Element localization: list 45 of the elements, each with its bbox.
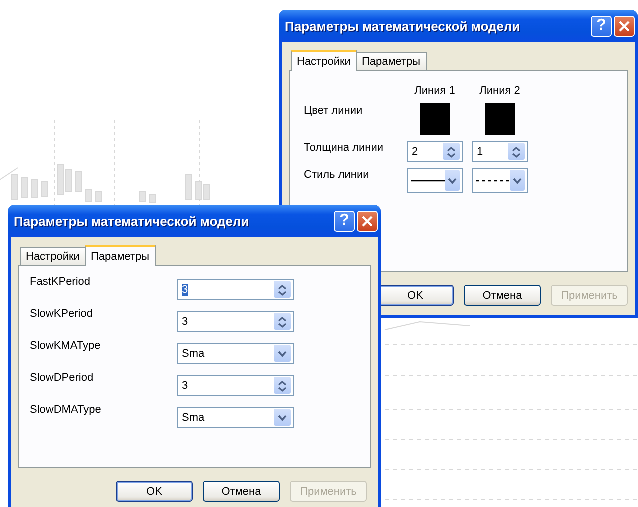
candle: [86, 190, 92, 202]
dropdown[interactable]: Sma: [177, 407, 294, 428]
field-label: SlowKPeriod: [30, 308, 94, 322]
field-label: SlowDPeriod: [30, 372, 95, 386]
spin-field[interactable]: 1: [472, 141, 528, 162]
close-button[interactable]: [357, 210, 378, 232]
candle: [96, 192, 102, 202]
field-label: Стиль линии: [304, 169, 370, 181]
window-title: Параметры математической модели: [14, 214, 250, 228]
tab[interactable]: Параметры: [84, 245, 156, 266]
line-style-dropdown[interactable]: [472, 168, 528, 193]
dialog-button[interactable]: Отмена: [464, 285, 541, 306]
candle: [186, 174, 192, 200]
line-style-dropdown[interactable]: [407, 168, 463, 193]
column-header: Линия 1: [414, 85, 456, 97]
candle: [22, 178, 28, 198]
column-header: Линия 2: [480, 85, 520, 97]
dropdown[interactable]: Sma: [177, 343, 294, 364]
candle: [32, 180, 38, 198]
candle: [42, 182, 48, 198]
spin-field[interactable]: 3: [177, 311, 294, 332]
close-icon: [619, 20, 630, 32]
spin-field[interactable]: 2: [407, 141, 463, 162]
trend-line: [0, 168, 18, 180]
close-button[interactable]: [614, 16, 635, 36]
tab[interactable]: Параметры: [356, 52, 427, 70]
spin-field[interactable]: 3: [177, 279, 294, 300]
tab[interactable]: Настройки: [291, 50, 357, 71]
window-title: Параметры математической модели: [285, 18, 522, 34]
color-swatch[interactable]: [420, 103, 450, 135]
field-label: SlowKMAType: [30, 340, 102, 354]
candle: [76, 172, 82, 192]
spin-field[interactable]: 3: [177, 375, 294, 396]
color-swatch[interactable]: [485, 103, 515, 135]
candle: [12, 174, 18, 200]
tab[interactable]: Настройки: [20, 247, 86, 265]
field-label: Цвет линии: [304, 105, 364, 117]
field-label: SlowDMAType: [30, 404, 102, 418]
candle: [140, 192, 146, 202]
candle: [150, 194, 156, 204]
field-label: Толщина линии: [304, 142, 385, 154]
close-icon: [362, 216, 373, 226]
dialog-button[interactable]: Отмена: [203, 481, 280, 502]
dialog-button[interactable]: OK: [116, 481, 193, 502]
field-label: FastKPeriod: [30, 276, 92, 290]
